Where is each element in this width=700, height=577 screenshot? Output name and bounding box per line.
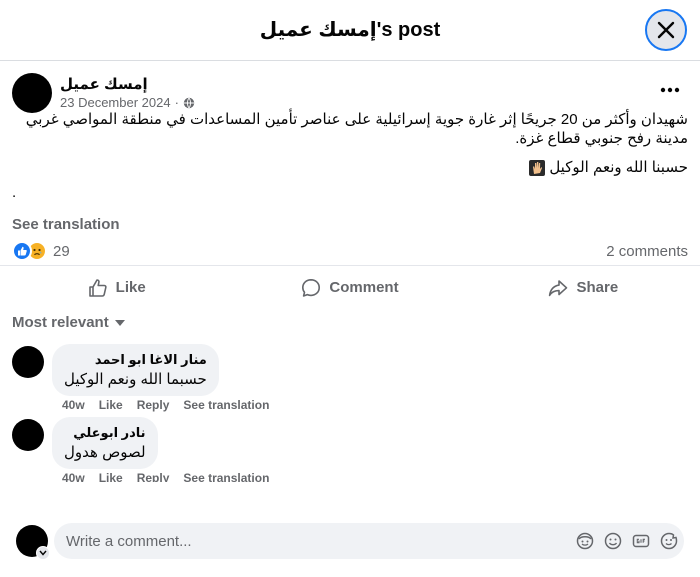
like-button[interactable]: Like	[0, 266, 233, 301]
comment-icon	[302, 278, 321, 297]
comment-author[interactable]: منار الاغا ابو احمد	[64, 352, 207, 368]
comment-time[interactable]: 40w	[62, 471, 85, 482]
dialog-title: إمسك عميل's post	[259, 19, 441, 41]
chevron-down-icon	[39, 550, 47, 556]
raised-hand-emoji-icon	[529, 159, 546, 176]
gif-button[interactable]	[632, 532, 650, 550]
account-switch-badge[interactable]	[36, 546, 50, 560]
composer-tools	[576, 532, 678, 550]
chevron-down-icon	[114, 319, 125, 326]
comment-button[interactable]: Comment	[233, 266, 466, 301]
sticker-icon	[660, 532, 678, 550]
see-translation-link[interactable]: See translation	[12, 216, 120, 233]
comment-label: Comment	[329, 279, 399, 296]
globe-icon	[183, 97, 195, 108]
comment-filter-label: Most relevant	[12, 314, 109, 331]
gif-icon	[632, 534, 650, 548]
post-author-name[interactable]: إمسك عميل	[60, 75, 148, 93]
comment-reply-button[interactable]: Reply	[137, 471, 170, 482]
avatar-sticker-button[interactable]	[576, 532, 594, 550]
commenter-avatar[interactable]	[12, 419, 44, 451]
reactions-summary[interactable]: 29	[12, 241, 70, 261]
more-options-button[interactable]	[656, 78, 684, 102]
comment-see-translation[interactable]: See translation	[183, 398, 269, 412]
comment-see-translation[interactable]: See translation	[183, 471, 269, 482]
close-icon	[657, 21, 675, 39]
comment-bubble: منار الاغا ابو احمد حسبما الله ونعم الوك…	[52, 344, 219, 396]
comment-like-button[interactable]: Like	[99, 398, 123, 412]
share-button[interactable]: Share	[467, 266, 700, 301]
post-text: شهيدان وأكثر من 20 جريحًا إثر غارة جوية …	[25, 111, 688, 147]
avatar-sticker-icon	[576, 532, 594, 550]
dialog-header: إمسك عميل's post	[0, 0, 700, 61]
post-dot: .	[12, 184, 17, 201]
close-button[interactable]	[645, 9, 687, 51]
comment-text: حسبما الله ونعم الوكيل	[64, 371, 207, 388]
comments-count[interactable]: 2 comments	[606, 243, 688, 260]
comment-author[interactable]: نادر ابوعلي	[64, 425, 145, 441]
comment-bubble: نادر ابوعلي لصوص هدول	[52, 417, 158, 469]
comment-filter-dropdown[interactable]: Most relevant	[12, 314, 125, 331]
post-date[interactable]: 23 December 2024	[60, 95, 171, 110]
sticker-button[interactable]	[660, 532, 678, 550]
post-prayer-line: حسبنا الله ونعم الوكيل	[12, 158, 688, 177]
comment-reply-button[interactable]: Reply	[137, 398, 170, 412]
post-action-bar: Like Comment Share	[0, 265, 700, 301]
like-reaction-icon	[12, 241, 32, 261]
more-options-icon	[660, 87, 680, 93]
comment-actions: 40w Like Reply See translation	[62, 398, 269, 412]
emoji-button[interactable]	[604, 532, 622, 550]
commenter-avatar[interactable]	[12, 346, 44, 378]
emoji-icon	[604, 532, 622, 550]
comments-list: منار الاغا ابو احمد حسبما الله ونعم الوك…	[0, 336, 700, 482]
author-avatar[interactable]	[12, 73, 52, 113]
share-label: Share	[576, 279, 619, 296]
meta-separator: ·	[174, 95, 179, 110]
comment-text: لصوص هدول	[64, 444, 146, 461]
share-icon	[549, 279, 568, 296]
reaction-count: 29	[53, 242, 70, 260]
post-prayer-text: حسبنا الله ونعم الوكيل	[549, 159, 688, 176]
like-icon	[88, 278, 107, 297]
post-meta: 23 December 2024 ·	[60, 95, 195, 110]
comment-time[interactable]: 40w	[62, 398, 85, 412]
comment-like-button[interactable]: Like	[99, 471, 123, 482]
like-label: Like	[115, 279, 146, 296]
comment-actions: 40w Like Reply See translation	[62, 471, 269, 482]
